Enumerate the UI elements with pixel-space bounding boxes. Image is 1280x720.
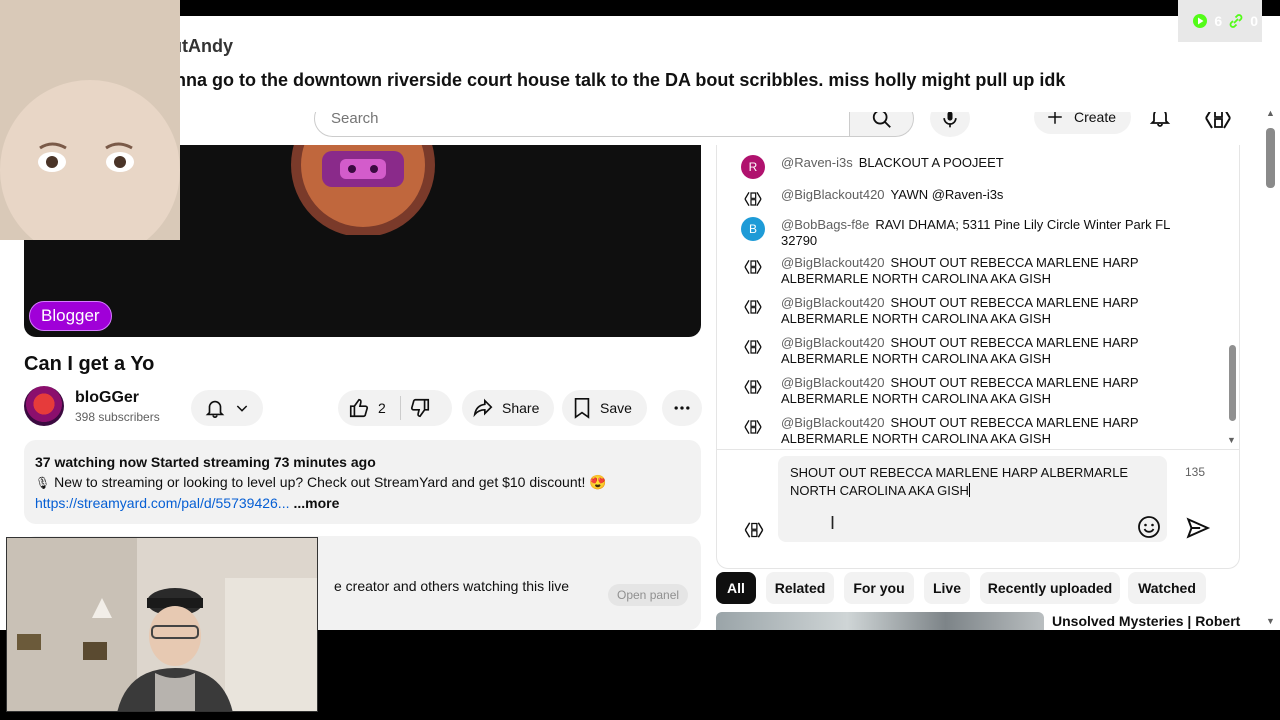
share-label: Share bbox=[502, 400, 540, 416]
chat-author-logo-icon bbox=[741, 415, 765, 439]
description-text-row: 🎙 New to streaming or looking to level u… bbox=[35, 474, 690, 491]
chat-author-name[interactable]: @BigBlackout420 bbox=[781, 187, 885, 202]
text-cursor-icon: I bbox=[830, 513, 836, 533]
viewer-count: 6 bbox=[1214, 13, 1223, 29]
filter-chip[interactable]: Watched bbox=[1128, 572, 1206, 604]
open-panel-button[interactable]: Open panel bbox=[608, 584, 689, 606]
viewers-play-icon bbox=[1193, 14, 1208, 28]
chat-scrollbar[interactable] bbox=[1229, 345, 1236, 421]
like-count: 2 bbox=[378, 400, 386, 416]
chat-message-body: @BigBlackout420 YAWN @Raven-i3s bbox=[781, 187, 1181, 203]
stream-stats: 6 0 bbox=[1178, 0, 1262, 42]
page-scroll-down-icon[interactable]: ▼ bbox=[1266, 616, 1275, 626]
chevron-down-icon bbox=[236, 405, 248, 412]
more-horizontal-icon bbox=[674, 406, 690, 410]
filter-chip[interactable]: Recently uploaded bbox=[980, 572, 1120, 604]
live-chat-panel: R @Raven-i3s BLACKOUT A POOJEET @BigBlackou… bbox=[716, 145, 1240, 569]
chat-input-value: SHOUT OUT REBECCA MARLENE HARP ALBERMARL… bbox=[790, 465, 1129, 498]
page-scrollbar[interactable] bbox=[1266, 128, 1275, 188]
chat-divider bbox=[717, 449, 1239, 450]
like-icon[interactable] bbox=[348, 397, 370, 419]
chat-message-body: @BigBlackout420 SHOUT OUT REBECCA MARLENE… bbox=[781, 335, 1181, 367]
chat-author-logo-icon bbox=[741, 187, 765, 211]
streamyard-link[interactable]: https://streamyard.com/pal/d/55739426... bbox=[35, 495, 289, 511]
video-badge: Blogger bbox=[29, 301, 112, 331]
stream-chat-alert: BlackoutAndy i am gonna go to the downto… bbox=[16, 16, 1262, 112]
like-dislike-group: 2 bbox=[338, 390, 452, 426]
chat-author-logo-icon bbox=[741, 295, 765, 319]
description-text: New to streaming or looking to level up?… bbox=[54, 474, 607, 490]
filter-chip[interactable]: For you bbox=[844, 572, 914, 604]
chat-author-name[interactable]: @BigBlackout420 bbox=[781, 335, 885, 350]
chat-message-input[interactable]: SHOUT OUT REBECCA MARLENE HARP ALBERMARL… bbox=[778, 456, 1167, 542]
chat-author-logo-icon bbox=[741, 255, 765, 279]
chat-author-avatar: B bbox=[741, 217, 765, 241]
alert-message: i am gonna go to the downtown riverside … bbox=[112, 70, 1066, 90]
bookmark-icon bbox=[574, 398, 590, 419]
live-chat-card-text: e creator and others watching this live bbox=[334, 578, 570, 594]
share-icon bbox=[473, 398, 493, 418]
chat-author-logo-icon bbox=[741, 375, 765, 399]
channel-name[interactable]: bloGGer bbox=[75, 389, 139, 407]
channel-avatar[interactable] bbox=[24, 386, 64, 426]
character-count: 135 bbox=[1185, 465, 1206, 479]
filter-chip[interactable]: Related bbox=[766, 572, 834, 604]
text-caret bbox=[968, 483, 970, 497]
link-count: 0 bbox=[1250, 13, 1258, 29]
page-scroll-up-icon[interactable]: ▲ bbox=[1266, 108, 1275, 118]
stream-status: 37 watching now Started streaming 73 min… bbox=[35, 454, 376, 470]
recommended-video-title[interactable]: Unsolved Mysteries | Robert bbox=[1052, 613, 1240, 629]
microphone-emoji-icon: 🎙 bbox=[35, 476, 51, 490]
chat-author-name[interactable]: @BobBags-f8e bbox=[781, 217, 869, 232]
chat-message-body: @Raven-i3s BLACKOUT A POOJEET bbox=[781, 155, 1181, 171]
chat-message-text: BLACKOUT A POOJEET bbox=[858, 155, 1004, 170]
webcam-room-image bbox=[7, 538, 317, 711]
bell-icon bbox=[205, 400, 225, 418]
chat-message-body: @BigBlackout420 SHOUT OUT REBECCA MARLENE… bbox=[781, 255, 1181, 287]
dislike-icon[interactable] bbox=[409, 397, 431, 419]
show-more-button[interactable]: ...more bbox=[293, 495, 339, 511]
link-icon bbox=[1229, 14, 1243, 28]
stream-screen: Search Create Blogger Can I get a Yo blo… bbox=[0, 0, 1280, 720]
emoji-icon[interactable] bbox=[1137, 515, 1161, 539]
filter-chip[interactable]: All bbox=[716, 572, 756, 604]
video-title: Can I get a Yo bbox=[24, 353, 155, 375]
chat-author-name[interactable]: @BigBlackout420 bbox=[781, 415, 885, 430]
notification-settings-button[interactable] bbox=[191, 390, 263, 426]
share-button[interactable]: Share bbox=[462, 390, 554, 426]
chat-message-body: @BigBlackout420 SHOUT OUT REBECCA MARLENE… bbox=[781, 415, 1181, 447]
chat-message-text: YAWN @Raven-i3s bbox=[890, 187, 1004, 202]
description-link-row: https://streamyard.com/pal/d/55739426...… bbox=[35, 495, 690, 511]
webcam-face-image bbox=[0, 0, 180, 240]
chat-author-name[interactable]: @BigBlackout420 bbox=[781, 375, 885, 390]
webcam-feed-top-left bbox=[0, 0, 180, 240]
like-divider bbox=[399, 396, 401, 420]
chat-author-name[interactable]: @Raven-i3s bbox=[781, 155, 853, 170]
subscriber-count: 398 subscribers bbox=[75, 410, 160, 424]
chat-message-body: @BigBlackout420 SHOUT OUT REBECCA MARLENE… bbox=[781, 375, 1181, 407]
filter-chip[interactable]: Live bbox=[924, 572, 970, 604]
chat-author-name[interactable]: @BigBlackout420 bbox=[781, 255, 885, 270]
channel-art-image bbox=[291, 145, 435, 235]
chat-scroll-down-icon[interactable]: ▼ bbox=[1227, 435, 1236, 445]
chat-message-body: @BigBlackout420 SHOUT OUT REBECCA MARLENE… bbox=[781, 295, 1181, 327]
send-icon[interactable] bbox=[1185, 515, 1211, 541]
chat-author-name[interactable]: @BigBlackout420 bbox=[781, 295, 885, 310]
description-box[interactable]: 37 watching now Started streaming 73 min… bbox=[24, 440, 701, 524]
webcam-feed-bottom-left bbox=[6, 537, 318, 712]
save-button[interactable]: Save bbox=[562, 390, 647, 426]
chat-author-logo-icon bbox=[741, 335, 765, 359]
chat-author-avatar: R bbox=[741, 155, 765, 179]
recommended-video-thumbnail[interactable] bbox=[716, 612, 1044, 630]
save-label: Save bbox=[600, 400, 632, 416]
more-actions-button[interactable] bbox=[662, 390, 702, 426]
user-avatar-icon bbox=[744, 522, 764, 538]
chat-message-body: @BobBags-f8e RAVI DHAMA; 5311 Pine Lily C… bbox=[781, 217, 1181, 249]
